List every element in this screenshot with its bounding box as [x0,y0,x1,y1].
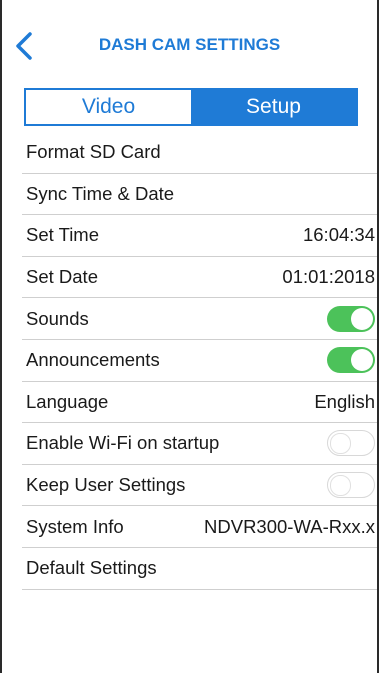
settings-list: Format SD Card Sync Time & Date Set Time… [22,132,377,590]
setting-label: Format SD Card [26,141,161,163]
setting-value: 16:04:34 [302,224,375,246]
setting-value: English [314,390,375,412]
sounds-toggle[interactable] [327,305,375,332]
page-title: DASH CAM SETTINGS [98,35,281,54]
setting-label: Set Time [26,224,99,246]
setting-system-info[interactable]: System Info NDVR300-WA-Rxx.x [22,506,377,548]
setting-language[interactable]: Language English [22,382,377,424]
setting-format-sd-card[interactable]: Format SD Card [22,132,377,174]
wifi-startup-toggle[interactable] [327,430,375,457]
setting-label: Language [26,390,109,412]
announcements-toggle[interactable] [327,347,375,374]
setting-label: Enable Wi-Fi on startup [26,432,220,454]
setting-default-settings[interactable]: Default Settings [22,548,377,590]
setting-set-time[interactable]: Set Time 16:04:34 [22,215,377,257]
setting-label: System Info [26,515,124,537]
setting-label: Set Date [26,266,98,288]
setting-set-date[interactable]: Set Date 01:01:2018 [22,257,377,299]
setting-sync-time-date[interactable]: Sync Time & Date [22,174,377,216]
app-screen: DASH CAM SETTINGS Video Setup Format SD … [0,0,379,673]
header: DASH CAM SETTINGS [2,0,377,88]
tab-setup[interactable]: Setup [191,90,356,124]
setting-label: Sounds [26,307,89,329]
tab-bar: Video Setup [24,88,358,126]
setting-value: NDVR300-WA-Rxx.x [204,515,375,537]
keep-user-settings-toggle[interactable] [327,472,375,499]
setting-label: Keep User Settings [26,474,186,496]
setting-label: Sync Time & Date [26,182,175,204]
setting-sounds: Sounds [22,298,377,340]
setting-enable-wifi: Enable Wi-Fi on startup [22,423,377,465]
setting-label: Default Settings [26,557,157,579]
setting-value: 01:01:2018 [282,266,375,288]
setting-announcements: Announcements [22,340,377,382]
setting-keep-user-settings: Keep User Settings [22,465,377,507]
tab-video[interactable]: Video [26,90,191,124]
setting-label: Announcements [26,349,160,371]
